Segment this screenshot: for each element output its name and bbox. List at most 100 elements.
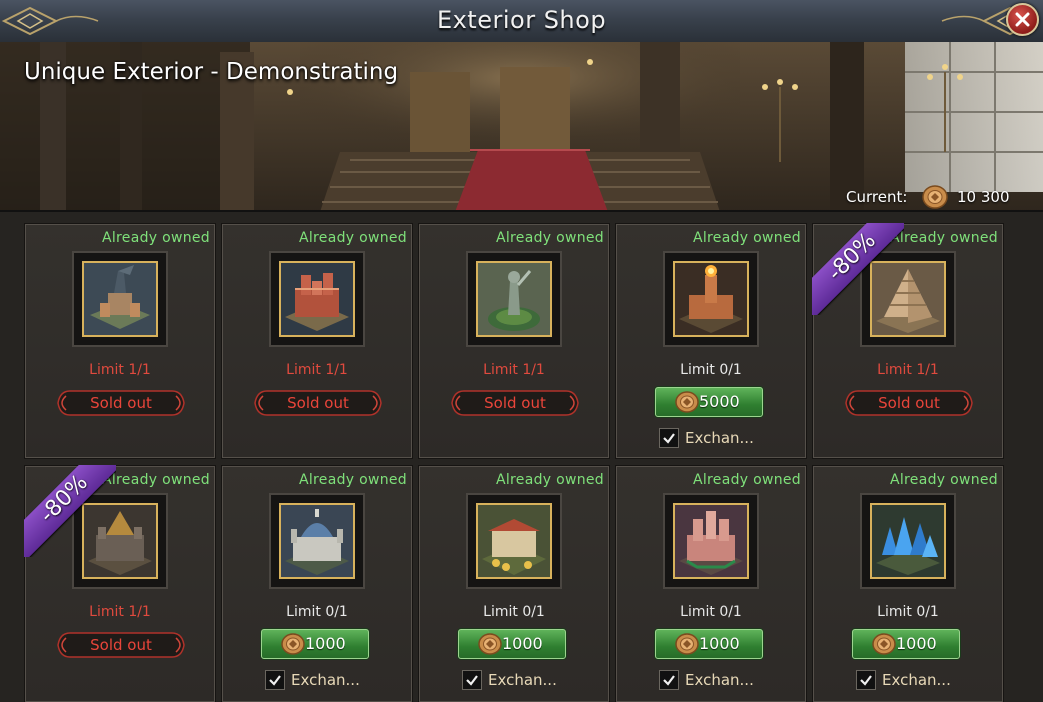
item-thumbnail-frame [663, 493, 759, 589]
sold-out-badge: Sold out [450, 388, 580, 418]
item-thumbnail-frame [466, 251, 562, 347]
banner-title: Unique Exterior - Demonstrating [24, 59, 399, 85]
sold-out-label: Sold out [484, 394, 546, 412]
item-thumbnail-frame [466, 493, 562, 589]
shop-item-card[interactable]: Already owned Limit 0/1 1000 Exchan... [418, 465, 610, 702]
close-icon [1015, 12, 1030, 27]
sold-out-label: Sold out [90, 394, 152, 412]
coin-icon [281, 633, 305, 655]
price-label: 5000 [699, 392, 740, 411]
exchange-checkbox[interactable] [659, 670, 679, 690]
pink-palace-icon [675, 505, 747, 577]
limit-text: Limit 1/1 [89, 604, 151, 620]
exterior-thumbnail [279, 261, 355, 337]
limit-text: Limit 0/1 [680, 362, 742, 378]
exchange-label: Exchan... [685, 429, 754, 447]
close-button[interactable] [1006, 3, 1039, 36]
exchange-checkbox[interactable] [856, 670, 876, 690]
owned-label: Already owned [889, 230, 998, 246]
limit-text: Limit 0/1 [680, 604, 742, 620]
owned-label: Already owned [495, 230, 604, 246]
exchange-label: Exchan... [488, 671, 557, 689]
buy-button[interactable]: 1000 [261, 629, 369, 659]
owned-label: Already owned [298, 230, 407, 246]
gold-treasury-icon [478, 505, 550, 577]
item-thumbnail-frame [72, 251, 168, 347]
sold-out-label: Sold out [878, 394, 940, 412]
banner: Unique Exterior - Demonstrating Current:… [0, 42, 1043, 212]
domed-palace-icon [281, 505, 353, 577]
exchange-checkbox[interactable] [659, 428, 679, 448]
price-label: 1000 [896, 634, 937, 653]
exchange-label: Exchan... [291, 671, 360, 689]
exchange-checkbox[interactable] [265, 670, 285, 690]
checkmark-icon [663, 675, 675, 686]
limit-text: Limit 0/1 [483, 604, 545, 620]
owned-label: Already owned [101, 230, 210, 246]
limit-text: Limit 1/1 [286, 362, 348, 378]
sold-out-badge: Sold out [253, 388, 383, 418]
buy-button[interactable]: 1000 [458, 629, 566, 659]
discount-ribbon: -80% [24, 465, 116, 557]
fire-tower-icon [675, 263, 747, 335]
shop-item-card[interactable]: Already owned Limit 0/1 1000 Exchan... [221, 465, 413, 702]
coin-icon [478, 633, 502, 655]
exchange-checkbox[interactable] [462, 670, 482, 690]
owned-label: Already owned [889, 472, 998, 488]
coin-icon [872, 633, 896, 655]
buy-button[interactable]: 1000 [655, 629, 763, 659]
sold-out-badge: Sold out [56, 388, 186, 418]
checkmark-icon [663, 433, 675, 444]
sold-out-label: Sold out [287, 394, 349, 412]
coin-icon [922, 185, 948, 209]
shop-item-card[interactable]: Already owned Limit 1/1 Sold out -80% [812, 223, 1004, 459]
crystal-castle-icon [872, 505, 944, 577]
limit-text: Limit 0/1 [877, 604, 939, 620]
exterior-thumbnail [476, 261, 552, 337]
green-statue-icon [478, 263, 550, 335]
owned-label: Already owned [692, 230, 801, 246]
buy-button[interactable]: 1000 [852, 629, 960, 659]
shop-item-card[interactable]: Already owned Limit 1/1 Sold out [221, 223, 413, 459]
red-keep-icon [281, 263, 353, 335]
item-thumbnail-frame [663, 251, 759, 347]
checkmark-icon [269, 675, 281, 686]
currency-amount: 10 300 [957, 188, 1010, 206]
exchange-label: Exchan... [685, 671, 754, 689]
exterior-thumbnail [673, 261, 749, 337]
price-label: 1000 [699, 634, 740, 653]
exterior-thumbnail [870, 503, 946, 579]
shop-item-card[interactable]: Already owned Limit 0/1 1000 Exchan... [812, 465, 1004, 702]
owned-label: Already owned [298, 472, 407, 488]
coin-icon [675, 633, 699, 655]
item-thumbnail-frame [860, 493, 956, 589]
buy-button[interactable]: 5000 [655, 387, 763, 417]
limit-text: Limit 1/1 [877, 362, 939, 378]
exterior-thumbnail [673, 503, 749, 579]
price-label: 1000 [305, 634, 346, 653]
shop-item-card[interactable]: Already owned Limit 1/1 Sold out [418, 223, 610, 459]
shop-item-card[interactable]: Already owned Limit 1/1 Sold out -80% [24, 465, 216, 702]
exterior-thumbnail [476, 503, 552, 579]
title-bar: Exterior Shop [0, 0, 1043, 43]
exchange-label: Exchan... [882, 671, 951, 689]
owned-label: Already owned [495, 472, 604, 488]
owned-label: Already owned [692, 472, 801, 488]
checkmark-icon [466, 675, 478, 686]
sold-out-label: Sold out [90, 636, 152, 654]
discount-ribbon: -80% [812, 223, 904, 315]
shop-item-card[interactable]: Already owned Limit 1/1 Sold out [24, 223, 216, 459]
shop-item-card[interactable]: Already owned Limit 0/1 1000 Exchan... [615, 465, 807, 702]
discount-label: -80% [823, 228, 881, 286]
coin-icon [675, 391, 699, 413]
limit-text: Limit 1/1 [483, 362, 545, 378]
owned-label: Already owned [101, 472, 210, 488]
exterior-thumbnail [279, 503, 355, 579]
currency-label: Current: [846, 188, 908, 206]
exterior-thumbnail [82, 261, 158, 337]
shop-item-card[interactable]: Already owned Limit 0/1 5000 Exchan... [615, 223, 807, 459]
sold-out-badge: Sold out [56, 630, 186, 660]
limit-text: Limit 1/1 [89, 362, 151, 378]
item-thumbnail-frame [269, 251, 365, 347]
item-thumbnail-frame [269, 493, 365, 589]
